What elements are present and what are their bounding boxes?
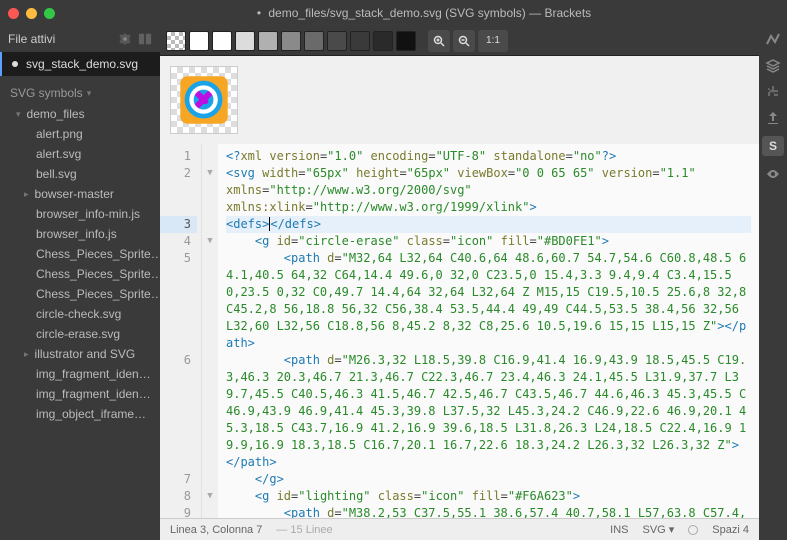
color-swatch[interactable]	[304, 31, 324, 51]
tree-item-label: Chess_Pieces_Sprite…	[36, 267, 160, 281]
file-item[interactable]: img_fragment_iden…	[6, 364, 160, 384]
swatch-transparent[interactable]	[166, 31, 186, 51]
fold-gutter[interactable]: ▼▼▼	[202, 144, 218, 518]
editor-area: 1:1 123456789 ▼▼▼ <?xml version="1.0" en…	[160, 26, 759, 540]
disclosure-icon: ▸	[24, 189, 29, 200]
close-window-icon[interactable]	[8, 8, 19, 19]
swatch-row	[189, 31, 416, 51]
insert-mode[interactable]: INS	[610, 524, 628, 536]
tree-item-label: circle-check.svg	[36, 307, 121, 321]
preview-toolbar: 1:1	[160, 26, 759, 56]
open-file-label: svg_stack_demo.svg	[26, 57, 138, 71]
color-swatch[interactable]	[212, 31, 232, 51]
color-swatch[interactable]	[373, 31, 393, 51]
chevron-down-icon: ▾	[87, 88, 92, 99]
dirty-dot-icon	[12, 61, 18, 67]
code-text[interactable]: <?xml version="1.0" encoding="UTF-8" sta…	[218, 144, 759, 518]
live-preview-icon[interactable]	[765, 32, 781, 48]
cursor-position[interactable]: Linea 3, Colonna 7	[170, 524, 262, 536]
open-file-tab[interactable]: svg_stack_demo.svg	[0, 52, 160, 76]
color-swatch[interactable]	[350, 31, 370, 51]
extension-manager-icon[interactable]	[765, 84, 781, 100]
traffic-lights	[8, 8, 55, 19]
svg-preview	[160, 56, 759, 144]
status-bar: Linea 3, Colonna 7 — 15 Linee INS SVG ▾ …	[160, 518, 759, 540]
file-item[interactable]: img_object_iframe…	[6, 404, 160, 424]
color-swatch[interactable]	[281, 31, 301, 51]
file-item[interactable]: Chess_Pieces_Sprite…	[6, 264, 160, 284]
tree-item-label: Chess_Pieces_Sprite…	[36, 247, 160, 261]
window-titlebar: • demo_files/svg_stack_demo.svg (SVG sym…	[0, 0, 787, 26]
file-item[interactable]: img_fragment_iden…	[6, 384, 160, 404]
color-swatch[interactable]	[235, 31, 255, 51]
sidebar-header: File attivi	[0, 26, 160, 52]
color-swatch[interactable]	[396, 31, 416, 51]
tree-item-label: alert.svg	[36, 147, 81, 161]
tree-item-label: circle-erase.svg	[36, 327, 120, 341]
language-mode[interactable]: SVG ▾	[642, 523, 674, 536]
tree-item-label: bowser-master	[35, 187, 114, 201]
file-item[interactable]: circle-erase.svg	[6, 324, 160, 344]
tree-item-label: alert.png	[36, 127, 83, 141]
project-section-title[interactable]: SVG symbols ▾	[0, 76, 160, 104]
file-item[interactable]: browser_info-min.js	[6, 204, 160, 224]
split-view-icon[interactable]	[138, 32, 152, 46]
color-swatch[interactable]	[327, 31, 347, 51]
disclosure-icon: ▾	[16, 109, 21, 120]
zoom-window-icon[interactable]	[44, 8, 55, 19]
svg-symbols-icon[interactable]: S	[762, 136, 784, 156]
tree-item-label: browser_info-min.js	[36, 207, 140, 221]
tree-item-label: img_fragment_iden…	[36, 387, 151, 401]
gear-icon[interactable]	[118, 32, 132, 46]
project-name: SVG symbols	[10, 86, 83, 100]
export-icon[interactable]	[765, 110, 781, 126]
file-item[interactable]: Chess_Pieces_Sprite…	[6, 284, 160, 304]
tree-item-label: img_fragment_iden…	[36, 367, 151, 381]
preview-thumbnail	[170, 66, 238, 134]
tree-item-label: browser_info.js	[36, 227, 117, 241]
zoom-out-button[interactable]	[453, 30, 475, 52]
line-count: — 15 Linee	[276, 524, 332, 536]
file-item[interactable]: alert.svg	[6, 144, 160, 164]
lint-status-icon[interactable]	[688, 525, 698, 535]
minimize-window-icon[interactable]	[26, 8, 37, 19]
file-item[interactable]: Chess_Pieces_Sprite…	[6, 244, 160, 264]
indent-setting[interactable]: Spazi 4	[712, 524, 749, 536]
sidebar-header-label: File attivi	[8, 32, 55, 46]
folder-item[interactable]: ▸ bowser-master	[6, 184, 160, 204]
open-files: svg_stack_demo.svg	[0, 52, 160, 76]
window-title: • demo_files/svg_stack_demo.svg (SVG sym…	[69, 6, 779, 20]
file-item[interactable]: alert.png	[6, 124, 160, 144]
tree-item-label: img_object_iframe…	[36, 407, 146, 421]
tree-item-label: bell.svg	[36, 167, 77, 181]
tree-item-label: Chess_Pieces_Sprite…	[36, 287, 160, 301]
tree-item-label: illustrator and SVG	[35, 347, 136, 361]
zoom-in-button[interactable]	[428, 30, 450, 52]
file-item[interactable]: bell.svg	[6, 164, 160, 184]
line-gutter: 123456789	[160, 144, 202, 518]
layers-icon[interactable]	[765, 58, 781, 74]
zoom-fit-button[interactable]: 1:1	[478, 30, 508, 52]
color-swatch[interactable]	[189, 31, 209, 51]
folder-item[interactable]: ▾ demo_files	[6, 104, 160, 124]
sidebar: File attivi svg_stack_demo.svg SVG symbo…	[0, 26, 160, 540]
file-item[interactable]: browser_info.js	[6, 224, 160, 244]
code-editor[interactable]: 123456789 ▼▼▼ <?xml version="1.0" encodi…	[160, 144, 759, 518]
tree-item-label: demo_files	[27, 107, 85, 121]
disclosure-icon: ▸	[24, 349, 29, 360]
eye-icon[interactable]	[765, 166, 781, 182]
extension-toolbar: S	[759, 26, 787, 540]
dirty-indicator: •	[257, 6, 261, 20]
folder-item[interactable]: ▸ illustrator and SVG	[6, 344, 160, 364]
title-text: demo_files/svg_stack_demo.svg (SVG symbo…	[268, 6, 591, 20]
color-swatch[interactable]	[258, 31, 278, 51]
file-tree: ▾ demo_files alert.png alert.svg bell.svg ▸ bo…	[0, 104, 160, 540]
file-item[interactable]: circle-check.svg	[6, 304, 160, 324]
